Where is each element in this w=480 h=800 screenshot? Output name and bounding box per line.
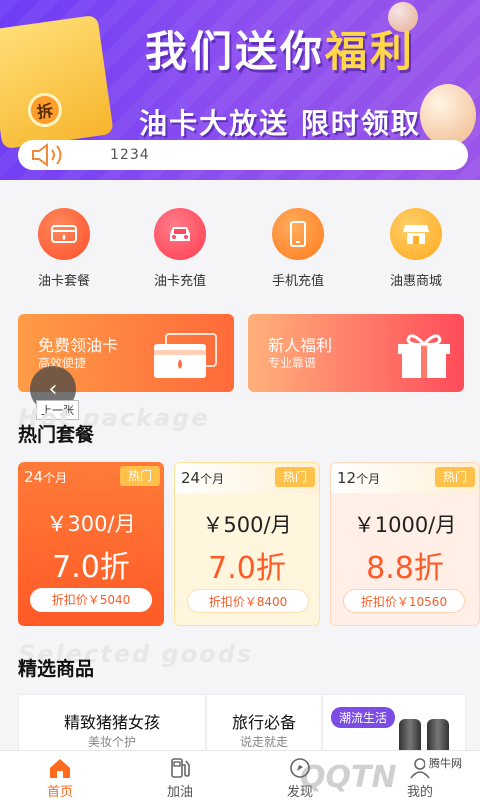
quick-item-oil-recharge[interactable]: 油卡充值 — [130, 200, 230, 289]
package-months: 12个月 — [337, 469, 381, 487]
goods-title: 旅行必备 — [231, 713, 296, 732]
banner-title-main: 我们送你 — [144, 27, 325, 76]
package-discount-price: 折扣价￥10560 — [343, 589, 465, 613]
package-months: 24个月 — [181, 469, 225, 487]
goods-title: 精致猪猪女孩 — [63, 713, 160, 732]
banner-title: 我们送你福利 — [120, 18, 440, 79]
package-discount-price: 折扣价￥5040 — [30, 588, 152, 612]
quick-item-label: 手机充值 — [271, 274, 324, 289]
hot-tag: 热门 — [120, 466, 160, 486]
hot-packages-title: 热门套餐 — [18, 424, 95, 446]
home-icon — [0, 755, 120, 781]
package-discount: 7.0折 — [208, 551, 286, 586]
goods-subtitle: 美妆个护 — [87, 735, 136, 749]
decor-egg — [420, 84, 476, 146]
quick-item-label: 油惠商城 — [389, 274, 442, 289]
quick-item-phone-recharge[interactable]: 手机充值 — [248, 200, 348, 289]
package-discount-price: 折扣价￥8400 — [187, 589, 309, 613]
notice-bar[interactable]: 1234 — [18, 140, 468, 170]
promo-newcomer-welfare[interactable]: 新人福利 专业靠谱 — [248, 314, 464, 392]
tab-label: 首页 — [46, 785, 73, 800]
promo-subtitle: 专业靠谱 — [268, 356, 317, 370]
shop-icon — [390, 208, 442, 260]
package-discount: 7.0折 — [52, 550, 130, 585]
quick-item-label: 油卡充值 — [153, 274, 206, 289]
top-banner[interactable]: 拆 我们送你福利 油卡大放送 限时领取 1234 — [0, 0, 480, 180]
quick-item-oil-card-package[interactable]: 油卡套餐 — [14, 200, 114, 289]
trend-life-badge: 潮流生活 — [331, 707, 396, 728]
notice-text: 1234 — [110, 147, 150, 163]
package-card[interactable]: 24个月 热门 ￥500/月 7.0折 折扣价￥8400 — [174, 462, 320, 626]
bottom-tab-bar: 首页 加油 发现 我的 — [0, 750, 480, 800]
car-icon — [154, 208, 206, 260]
gift-icon — [398, 334, 450, 378]
quick-menu: 油卡套餐 油卡充值 手机充值 油惠商城 — [0, 200, 480, 290]
package-card[interactable]: 12个月 热门 ￥1000/月 8.8折 折扣价￥10560 — [330, 462, 480, 626]
watermark-text: 腾牛网 — [425, 754, 466, 772]
tab-label: 加油 — [166, 785, 193, 800]
phone-icon — [272, 208, 324, 260]
quick-item-discount-mall[interactable]: 油惠商城 — [366, 200, 466, 289]
package-price: ￥500/月 — [202, 513, 292, 537]
oil-card-icon — [38, 208, 90, 260]
package-price: ￥1000/月 — [353, 513, 457, 537]
hot-tag: 热门 — [275, 467, 315, 487]
hot-tag: 热门 — [435, 467, 475, 487]
package-months: 24个月 — [24, 468, 68, 486]
selected-goods-title: 精选商品 — [18, 658, 95, 680]
watermark-logo: QQTN — [300, 760, 397, 795]
goods-subtitle: 说走就走 — [239, 735, 288, 749]
promo-title: 免费领油卡 — [38, 336, 119, 355]
banner-subtitle: 油卡大放送 限时领取 — [139, 107, 421, 140]
tab-home[interactable]: 首页 — [0, 755, 120, 800]
quick-item-label: 油卡套餐 — [37, 274, 90, 289]
package-price: ￥300/月 — [46, 512, 136, 536]
package-card[interactable]: 24个月 热门 ￥300/月 7.0折 折扣价￥5040 — [18, 462, 164, 626]
envelope-seal: 拆 — [25, 90, 65, 130]
card-icon — [154, 333, 217, 378]
package-discount: 8.8折 — [366, 551, 444, 586]
tab-refuel[interactable]: 加油 — [120, 755, 240, 800]
promo-title: 新人福利 — [268, 336, 333, 355]
speaker-icon — [30, 143, 66, 167]
banner-title-highlight: 福利 — [325, 27, 416, 76]
red-envelope-image: 拆 — [0, 14, 114, 150]
fuel-pump-icon — [120, 755, 240, 781]
